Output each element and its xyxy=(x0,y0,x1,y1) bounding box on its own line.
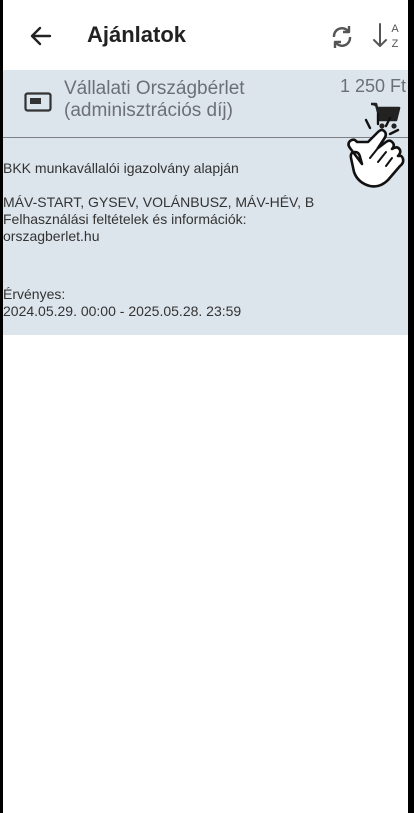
offer-description-line4: orszagberlet.hu xyxy=(3,228,100,244)
ticket-icon xyxy=(24,92,52,112)
arrow-left-icon xyxy=(30,26,52,46)
offer-card[interactable]: Vállalati Országbérlet (adminisztrációs … xyxy=(3,70,408,335)
validity-range: 2024.05.29. 00:00 - 2025.05.28. 23:59 xyxy=(3,303,242,319)
offer-price: 1 250 Ft xyxy=(339,76,406,96)
offer-description-line1: BKK munkavállalói igazolvány alapján xyxy=(3,160,239,176)
refresh-icon xyxy=(332,26,352,48)
shopping-cart-icon xyxy=(371,102,401,129)
app-screen: Ajánlatok A Z Vállalati Országbérlet (ad… xyxy=(0,0,414,813)
sort-button[interactable]: A Z xyxy=(371,18,405,54)
validity-label: Érvényes: xyxy=(3,286,66,302)
offer-divider xyxy=(3,137,408,138)
offer-header[interactable]: Vállalati Országbérlet (adminisztrációs … xyxy=(3,70,408,137)
offer-name-line2: (adminisztrációs díj) xyxy=(64,100,233,121)
sort-az-icon: A Z xyxy=(373,23,399,50)
screen-edge-right xyxy=(408,0,414,813)
back-button[interactable] xyxy=(23,18,59,54)
offer-description-line3: Felhasználási feltételek és információk: xyxy=(3,211,247,227)
add-to-cart-button[interactable] xyxy=(368,100,402,132)
app-bar: Ajánlatok A Z xyxy=(3,0,408,70)
sort-label-a: A xyxy=(391,23,399,35)
offer-name: Vállalati Országbérlet (adminisztrációs … xyxy=(64,78,304,122)
refresh-button[interactable] xyxy=(325,20,359,54)
sort-label-z: Z xyxy=(392,38,399,50)
offer-description-line2: MÁV-START, GYSEV, VOLÁNBUSZ, MÁV-HÉV, B xyxy=(3,194,315,210)
page-title: Ajánlatok xyxy=(87,22,187,47)
offer-name-line1: Vállalati Országbérlet xyxy=(64,78,245,99)
